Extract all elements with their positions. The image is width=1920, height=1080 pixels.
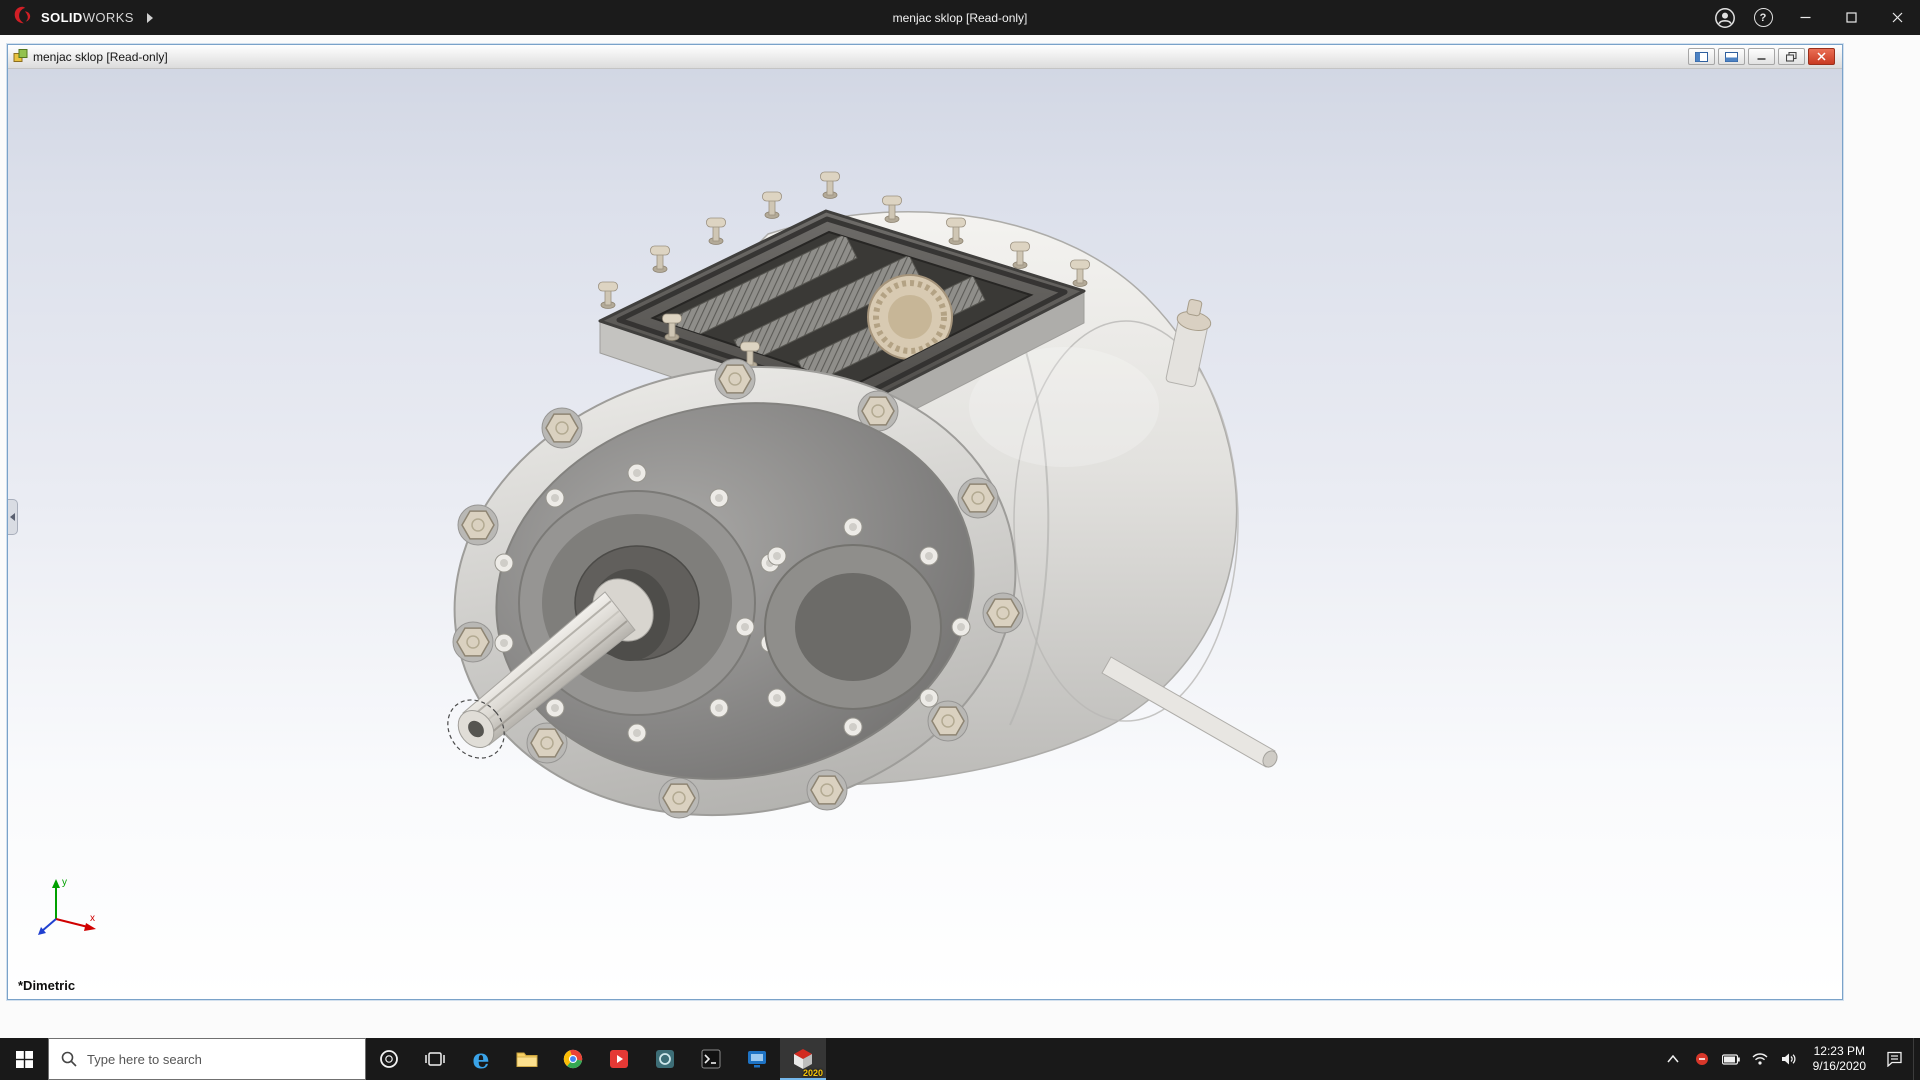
gearbox-3d-model[interactable] [8, 69, 1842, 999]
solidworks-taskbar-button[interactable]: 2020 [780, 1038, 826, 1080]
command-prompt-button[interactable] [688, 1038, 734, 1080]
help-button[interactable]: ? [1744, 0, 1782, 35]
minimize-icon [1800, 16, 1810, 19]
media-app-icon [610, 1050, 628, 1068]
chevron-up-icon [1667, 1055, 1679, 1063]
document-window: menjac sklop [Read-only] y x *Dimetric [7, 44, 1843, 1000]
cortana-button[interactable] [366, 1038, 412, 1080]
maximize-button[interactable] [1828, 0, 1874, 35]
assembly-document-icon [13, 48, 28, 66]
task-view-icon [425, 1052, 445, 1066]
document-title: menjac sklop [Read-only] [33, 49, 168, 64]
action-center-icon [1886, 1051, 1902, 1067]
action-center-button[interactable] [1875, 1038, 1913, 1080]
windows-logo-icon [15, 1050, 33, 1068]
file-explorer-icon [516, 1052, 538, 1067]
start-button[interactable] [0, 1038, 48, 1080]
tray-status-icon [1696, 1053, 1709, 1065]
edge-button[interactable]: e [458, 1038, 504, 1080]
teal-app-button[interactable] [642, 1038, 688, 1080]
account-button[interactable] [1706, 0, 1744, 35]
edge-icon: e [472, 1043, 490, 1075]
user-icon [1715, 7, 1735, 28]
window-left-pane-icon [1695, 51, 1708, 62]
taskbar-clock[interactable]: 12:23 PM 9/16/2020 [1804, 1044, 1875, 1074]
task-view-button[interactable] [412, 1038, 458, 1080]
show-desktop-button[interactable] [1913, 1038, 1920, 1080]
teal-app-icon [656, 1050, 674, 1068]
search-input[interactable] [87, 1051, 353, 1067]
command-prompt-icon [701, 1049, 721, 1069]
file-explorer-button[interactable] [504, 1038, 550, 1080]
window-bottom-pane-icon [1725, 51, 1738, 62]
window-title: menjac sklop [Read-only] [892, 10, 1028, 25]
media-app-button[interactable] [596, 1038, 642, 1080]
speaker-icon [1782, 1053, 1796, 1065]
doc-restore-icon [1786, 51, 1797, 62]
clock-date: 9/16/2020 [1812, 1059, 1866, 1073]
blue-app-button[interactable] [734, 1038, 780, 1080]
battery-button[interactable] [1717, 1038, 1746, 1080]
triad-y-label: y [62, 877, 67, 888]
triad-x-label: x [90, 913, 95, 924]
doc-minimize-icon [1757, 58, 1766, 60]
doc-close-button[interactable] [1808, 48, 1835, 65]
screen: SOLIDWORKS menjac sklop [Read-only] ? me… [0, 0, 1920, 1080]
battery-icon [1722, 1053, 1740, 1065]
taskbar-search[interactable] [48, 1038, 366, 1080]
chrome-button[interactable] [550, 1038, 596, 1080]
secondary-bearing-cover[interactable] [735, 517, 971, 737]
doc-minimize-button[interactable] [1748, 48, 1775, 65]
tray-chevron-button[interactable] [1659, 1038, 1688, 1080]
mdi-area: menjac sklop [Read-only] y x *Dimetric [0, 35, 1920, 1038]
tray-status-button[interactable] [1688, 1038, 1717, 1080]
solidworks-menu-button[interactable]: SOLIDWORKS [0, 0, 165, 35]
volume-button[interactable] [1775, 1038, 1804, 1080]
document-titlebar[interactable]: menjac sklop [Read-only] [8, 45, 1842, 69]
windows-taskbar: e [0, 1038, 1920, 1080]
doc-pane-bottom-button[interactable] [1718, 48, 1745, 65]
wifi-icon [1752, 1053, 1768, 1065]
maximize-icon [1845, 12, 1857, 23]
orientation-triad: y x [38, 877, 96, 935]
view-orientation-label: *Dimetric [18, 978, 76, 993]
doc-pane-left-button[interactable] [1688, 48, 1715, 65]
cortana-icon [380, 1050, 398, 1068]
network-button[interactable] [1746, 1038, 1775, 1080]
solidworks-version-badge: 2020 [802, 1068, 823, 1078]
system-tray: 12:23 PM 9/16/2020 [1659, 1038, 1920, 1080]
clock-time: 12:23 PM [1813, 1044, 1865, 1058]
close-icon [1892, 12, 1902, 23]
search-icon [61, 1051, 77, 1067]
minimize-button[interactable] [1782, 0, 1828, 35]
close-button[interactable] [1874, 0, 1920, 35]
chrome-icon [563, 1049, 583, 1069]
doc-restore-button[interactable] [1778, 48, 1805, 65]
help-icon: ? [1753, 8, 1773, 27]
brand-text: SOLIDWORKS [41, 10, 134, 25]
blue-app-icon [748, 1051, 766, 1068]
app-titlebar: SOLIDWORKS menjac sklop [Read-only] ? [0, 0, 1920, 35]
menu-expand-arrow-icon[interactable] [146, 12, 153, 23]
graphics-viewport[interactable]: y x *Dimetric [8, 69, 1842, 999]
doc-close-icon [1817, 52, 1826, 61]
solidworks-logo-icon [12, 4, 34, 31]
feature-manager-splitter[interactable] [8, 499, 18, 535]
